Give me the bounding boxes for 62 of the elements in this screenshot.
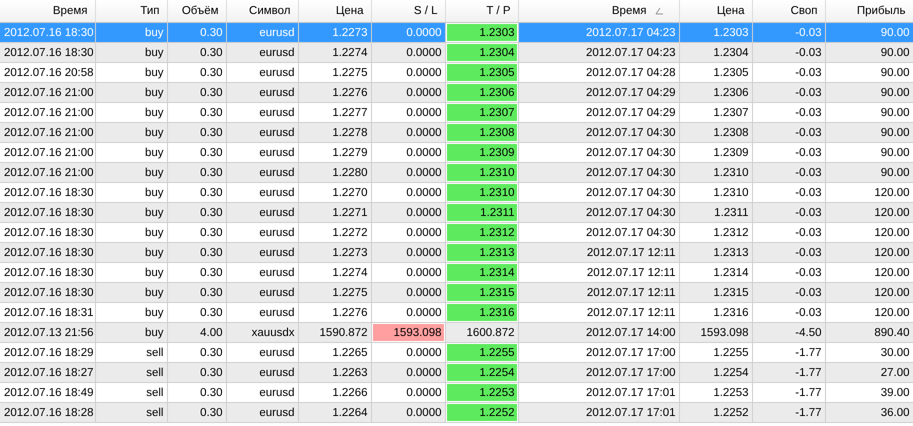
table-row[interactable]: 2012.07.16 18:30 buy 0.30 eurusd 1.2274 0.0000 1.2314 2012.07.17 12:11 1.2314 -0.03 120.00 (0, 262, 913, 282)
table-cell: 0.0000 (371, 402, 445, 422)
table-row[interactable]: 2012.07.16 21:00 buy 0.30 eurusd 1.2278 0.0000 1.2308 2012.07.17 04:30 1.2308 -0.03 90.00 (0, 122, 913, 142)
table-cell: 1.2316 (445, 302, 518, 322)
table-cell: 1.2303 (445, 22, 518, 42)
table-row[interactable]: 2012.07.16 18:30 buy 0.30 eurusd 1.2271 0.0000 1.2311 2012.07.17 04:30 1.2311 -0.03 120.00 (0, 202, 913, 222)
table-cell: 2012.07.16 18:28 (0, 402, 95, 422)
table-row[interactable]: 2012.07.16 21:00 buy 0.30 eurusd 1.2279 0.0000 1.2309 2012.07.17 04:30 1.2309 -0.03 90.00 (0, 142, 913, 162)
table-cell: 1.2310 (445, 182, 518, 202)
column-header[interactable]: S / L (371, 0, 445, 22)
column-header[interactable]: Символ (226, 0, 298, 22)
table-row[interactable]: 2012.07.16 21:00 buy 0.30 eurusd 1.2277 0.0000 1.2307 2012.07.17 04:29 1.2307 -0.03 90.00 (0, 102, 913, 122)
table-row[interactable]: 2012.07.16 21:00 buy 0.30 eurusd 1.2280 0.0000 1.2310 2012.07.17 04:30 1.2310 -0.03 90.00 (0, 162, 913, 182)
table-row[interactable]: 2012.07.16 18:30 buy 0.30 eurusd 1.2273 0.0000 1.2303 2012.07.17 04:23 1.2303 -0.03 90.00 (0, 22, 913, 42)
table-row[interactable]: 2012.07.13 21:56 buy 4.00 xauusdx 1590.872 1593.098 1600.872 2012.07.17 14:00 1593.098 -4.50 890.40 (0, 322, 913, 342)
table-row[interactable]: 2012.07.16 18:49 sell 0.30 eurusd 1.2266 0.0000 1.2253 2012.07.17 17:01 1.2253 -1.77 39.00 (0, 382, 913, 402)
table-row[interactable]: 2012.07.16 18:30 buy 0.30 eurusd 1.2274 0.0000 1.2304 2012.07.17 04:23 1.2304 -0.03 90.00 (0, 42, 913, 62)
table-row[interactable]: 2012.07.16 18:30 buy 0.30 eurusd 1.2272 0.0000 1.2312 2012.07.17 04:30 1.2312 -0.03 120.00 (0, 222, 913, 242)
column-header[interactable]: Тип (95, 0, 167, 22)
table-cell: 1.2304 (445, 42, 518, 62)
table-cell: 1.2308 (445, 122, 518, 142)
sort-icon (654, 6, 664, 15)
table-cell: 1.2306 (445, 82, 518, 102)
column-header[interactable]: Время (0, 0, 95, 22)
table-cell: 1.2255 (445, 342, 518, 362)
table-cell: sell (95, 402, 167, 422)
table-cell: 1.2313 (445, 242, 518, 262)
table-cell: 1593.098 (371, 322, 445, 342)
table-cell: 1.2253 (445, 382, 518, 402)
table-row[interactable]: 2012.07.16 18:31 buy 0.30 eurusd 1.2276 0.0000 1.2316 2012.07.17 12:11 1.2316 -0.03 120.00 (0, 302, 913, 322)
table-row[interactable]: 2012.07.16 18:28 sell 0.30 eurusd 1.2264 0.0000 1.2252 2012.07.17 17:01 1.2252 -1.77 36.00 (0, 402, 913, 422)
table-cell: 1.2315 (445, 282, 518, 302)
column-header[interactable]: Время (518, 0, 679, 22)
table-row[interactable]: 2012.07.16 18:30 buy 0.30 eurusd 1.2273 0.0000 1.2313 2012.07.17 12:11 1.2313 -0.03 120.00 (0, 242, 913, 262)
table-cell: 36.00 (825, 402, 913, 422)
column-header[interactable]: Объём (167, 0, 226, 22)
table-row[interactable]: 2012.07.16 18:30 buy 0.30 eurusd 1.2275 0.0000 1.2315 2012.07.17 12:11 1.2315 -0.03 120.00 (0, 282, 913, 302)
table-cell: eurusd (226, 402, 298, 422)
column-header[interactable]: T / P (445, 0, 518, 22)
table-row[interactable]: 2012.07.16 18:29 sell 0.30 eurusd 1.2265 0.0000 1.2255 2012.07.17 17:00 1.2255 -1.77 30.00 (0, 342, 913, 362)
table-cell: 1.2252 (679, 402, 752, 422)
column-header[interactable]: Своп (752, 0, 825, 22)
table-cell: 1.2314 (445, 262, 518, 282)
table-cell: 2012.07.17 17:01 (518, 402, 679, 422)
table-row[interactable]: 2012.07.16 18:27 sell 0.30 eurusd 1.2263 0.0000 1.2254 2012.07.17 17:00 1.2254 -1.77 27.00 (0, 362, 913, 382)
column-header[interactable]: Цена (679, 0, 752, 22)
table-cell: 1.2305 (445, 62, 518, 82)
table-cell: 1.2309 (445, 142, 518, 162)
table-cell: 1.2311 (445, 202, 518, 222)
table-cell: 1.2264 (298, 402, 371, 422)
table-cell: 1.2307 (445, 102, 518, 122)
table-cell: 1.2310 (445, 162, 518, 182)
table-cell: 1.2254 (445, 362, 518, 382)
table-cell: 1.2252 (445, 402, 518, 422)
table-row[interactable]: 2012.07.16 20:58 buy 0.30 eurusd 1.2275 0.0000 1.2305 2012.07.17 04:28 1.2305 -0.03 90.00 (0, 62, 913, 82)
column-header[interactable]: Прибыль (825, 0, 913, 22)
table-cell: 0.30 (167, 402, 226, 422)
table-row[interactable]: 2012.07.16 21:00 buy 0.30 eurusd 1.2276 0.0000 1.2306 2012.07.17 04:29 1.2306 -0.03 90.00 (0, 82, 913, 102)
table-row[interactable]: 2012.07.16 18:30 buy 0.30 eurusd 1.2270 0.0000 1.2310 2012.07.17 04:30 1.2310 -0.03 120.00 (0, 182, 913, 202)
table-cell: 1.2312 (445, 222, 518, 242)
column-header[interactable]: Цена (298, 0, 371, 22)
table-cell: -1.77 (752, 402, 825, 422)
